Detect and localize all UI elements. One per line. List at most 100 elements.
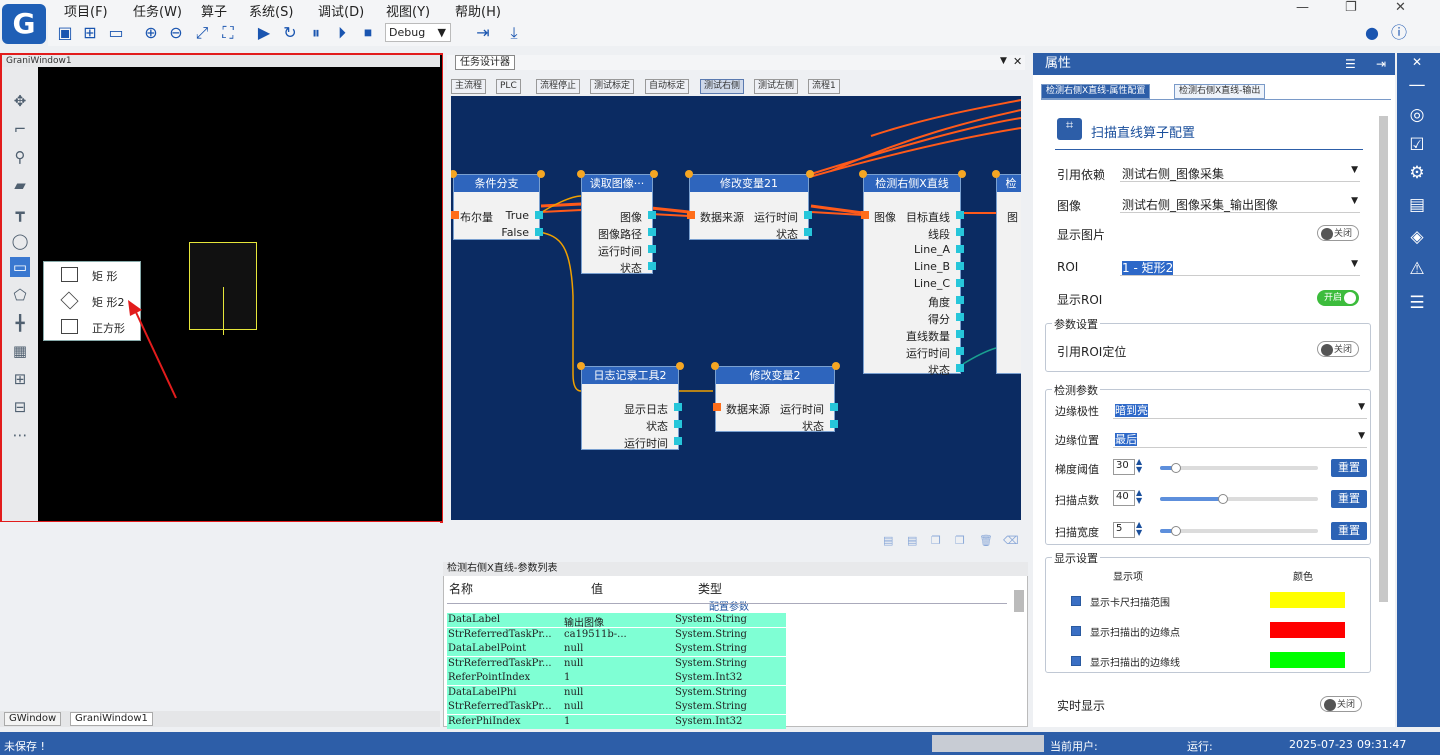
gradient-reset-button[interactable]: 重置 — [1331, 459, 1367, 477]
image-select[interactable]: 测试右侧_图像采集_输出图像 ▼ — [1120, 195, 1360, 213]
spin-arrows-icon[interactable]: ▲ ▼ — [1136, 458, 1142, 474]
connector-port[interactable] — [804, 228, 812, 236]
gradient-slider-knob[interactable] — [1170, 463, 1181, 473]
connector-port[interactable] — [537, 170, 545, 178]
align-icon[interactable]: ▤ — [883, 534, 895, 547]
connector-port[interactable] — [830, 420, 838, 428]
connector-port[interactable] — [956, 228, 964, 236]
node-log[interactable]: 日志记录工具2 显示日志 状态 运行时间 — [577, 362, 684, 450]
flow-tab-stop[interactable]: 流程停止 — [536, 79, 581, 94]
breakpoint-icon[interactable]: ⇥ — [473, 23, 493, 43]
tab-gwindow[interactable]: GWindow — [4, 712, 62, 726]
more-icon[interactable]: ⋯ — [10, 425, 30, 445]
display-item-color-swatch[interactable] — [1270, 622, 1345, 638]
gradient-slider[interactable] — [1160, 466, 1318, 470]
param-row[interactable]: DataLabelPoint null System.String — [447, 642, 786, 656]
shape-menu-rect2[interactable]: 矩 形2 — [44, 288, 140, 314]
roi-position-toggle[interactable]: 关闭 — [1317, 341, 1359, 357]
param-row[interactable]: StrReferredTaskPr... null System.String — [447, 656, 786, 671]
circle-roi-icon[interactable]: ◯ — [10, 231, 30, 251]
open-folder-icon[interactable]: ▭ — [106, 23, 126, 43]
settings-icon[interactable]: ⚙ — [1405, 163, 1429, 185]
connector-port[interactable] — [648, 262, 656, 270]
connector-port[interactable] — [648, 211, 656, 219]
position-select[interactable]: 最后 ▼ — [1113, 430, 1367, 448]
connector-port[interactable] — [535, 228, 543, 236]
param-row[interactable]: ReferPointIndex 1 System.Int32 — [447, 671, 786, 685]
user-icon[interactable]: ● — [1362, 23, 1382, 43]
polygon-roi-icon[interactable]: ⬠ — [10, 285, 30, 305]
remove-roi-icon[interactable]: ⊟ — [10, 397, 30, 417]
connector-port[interactable] — [832, 362, 840, 370]
close-panel-icon[interactable]: ✕ — [1013, 55, 1022, 68]
restore-icon[interactable]: ❐ — [1345, 0, 1357, 15]
minus-icon[interactable]: — — [1405, 75, 1429, 97]
connector-port[interactable] — [956, 279, 964, 287]
menu-debug[interactable]: 调试(D) — [318, 1, 364, 20]
magnifier-icon[interactable]: ⚲ — [10, 147, 30, 167]
connector-port[interactable] — [577, 362, 585, 370]
scan-width-slider[interactable] — [1160, 529, 1318, 533]
run-icon[interactable]: ▶ — [254, 23, 274, 43]
scan-width-reset-button[interactable]: 重置 — [1331, 522, 1367, 540]
scan-points-input[interactable]: 40 — [1113, 490, 1135, 506]
new-icon[interactable]: ⊞ — [80, 23, 100, 43]
tab-graniwindow1[interactable]: GraniWindow1 — [70, 712, 153, 726]
connector-port[interactable] — [956, 262, 964, 270]
node-extra[interactable]: 检 图 — [992, 170, 1021, 374]
grid-roi-icon[interactable]: ▦ — [10, 341, 30, 361]
shape-menu-rect[interactable]: 矩 形 — [44, 262, 140, 288]
flow-tab-plc[interactable]: PLC — [496, 79, 521, 94]
display-item-checkbox[interactable] — [1071, 656, 1081, 666]
connector-port[interactable] — [674, 420, 682, 428]
node-var2[interactable]: 修改变量2 数据来源 运行时间 状态 — [711, 362, 840, 433]
connector-port[interactable] — [674, 403, 682, 411]
display-item-checkbox[interactable] — [1071, 626, 1081, 636]
connector-port[interactable] — [830, 403, 838, 411]
menu-system[interactable]: 系统(S) — [249, 1, 293, 20]
connector-port[interactable] — [648, 245, 656, 253]
step-icon[interactable]: ⏵ — [332, 23, 352, 43]
param-row[interactable]: StrReferredTaskPr... null System.String — [447, 700, 786, 714]
connector-port[interactable] — [956, 364, 964, 372]
show-roi-toggle[interactable]: 开启 — [1317, 290, 1359, 306]
connector-port[interactable] — [676, 362, 684, 370]
tab-task-designer[interactable]: 任务设计器 — [455, 55, 515, 70]
flow-tab-calib[interactable]: 测试标定 — [590, 79, 635, 94]
connector-port[interactable] — [648, 228, 656, 236]
connector-port[interactable] — [956, 211, 964, 219]
connector-port[interactable] — [687, 211, 695, 219]
dropdown-icon[interactable]: ▼ — [1000, 56, 1007, 66]
panel-icon[interactable]: ▤ — [1405, 195, 1429, 217]
connector-port[interactable] — [956, 313, 964, 321]
scan-points-reset-button[interactable]: 重置 — [1331, 490, 1367, 508]
flow-canvas[interactable]: 条件分支 布尔量 True False 读取图像··· 图像 图像路径 运行时间… — [451, 96, 1021, 520]
menu-project[interactable]: 项目(F) — [64, 1, 108, 20]
point-roi-icon[interactable]: ╋ — [10, 313, 30, 333]
roi-select[interactable]: 1 - 矩形2 ▼ — [1120, 258, 1360, 276]
connector-port[interactable] — [956, 347, 964, 355]
param-row[interactable]: StrReferredTaskPr... ca19511b-... System.S… — [447, 627, 786, 642]
param-row[interactable]: DataLabel 输出图像 System.String — [447, 613, 786, 629]
network-icon[interactable]: ◎ — [1405, 105, 1429, 127]
copy-icon[interactable]: ❐ — [931, 534, 943, 547]
flow-tab-right[interactable]: 测试右侧 — [700, 79, 745, 94]
ref-select[interactable]: 测试右侧_图像采集 ▼ — [1120, 164, 1360, 182]
clear-icon[interactable]: ⌫ — [1003, 534, 1019, 547]
param-scrollbar-thumb[interactable] — [1014, 590, 1024, 612]
connector-port[interactable] — [685, 170, 693, 178]
flow-tab-main[interactable]: 主流程 — [451, 79, 487, 94]
connector-port[interactable] — [956, 296, 964, 304]
param-row[interactable]: ReferPhiIndex 1 System.Int32 — [447, 714, 786, 729]
move-icon[interactable]: ✥ — [10, 91, 30, 111]
save-icon[interactable]: ▣ — [55, 23, 75, 43]
polarity-select[interactable]: 暗到亮 ▼ — [1113, 401, 1367, 419]
param-row[interactable]: DataLabelPhi null System.String — [447, 685, 786, 700]
close-icon[interactable]: ✕ — [1395, 0, 1406, 15]
connector-port[interactable] — [956, 245, 964, 253]
flow-tab-auto-calib[interactable]: 自动标定 — [645, 79, 690, 94]
pause-icon[interactable]: ⏸ — [306, 23, 326, 43]
mode-select[interactable]: Debug ▼ — [385, 23, 451, 42]
display-item-color-swatch[interactable] — [1270, 652, 1345, 668]
zoom-in-icon[interactable]: ⊕ — [141, 23, 161, 43]
